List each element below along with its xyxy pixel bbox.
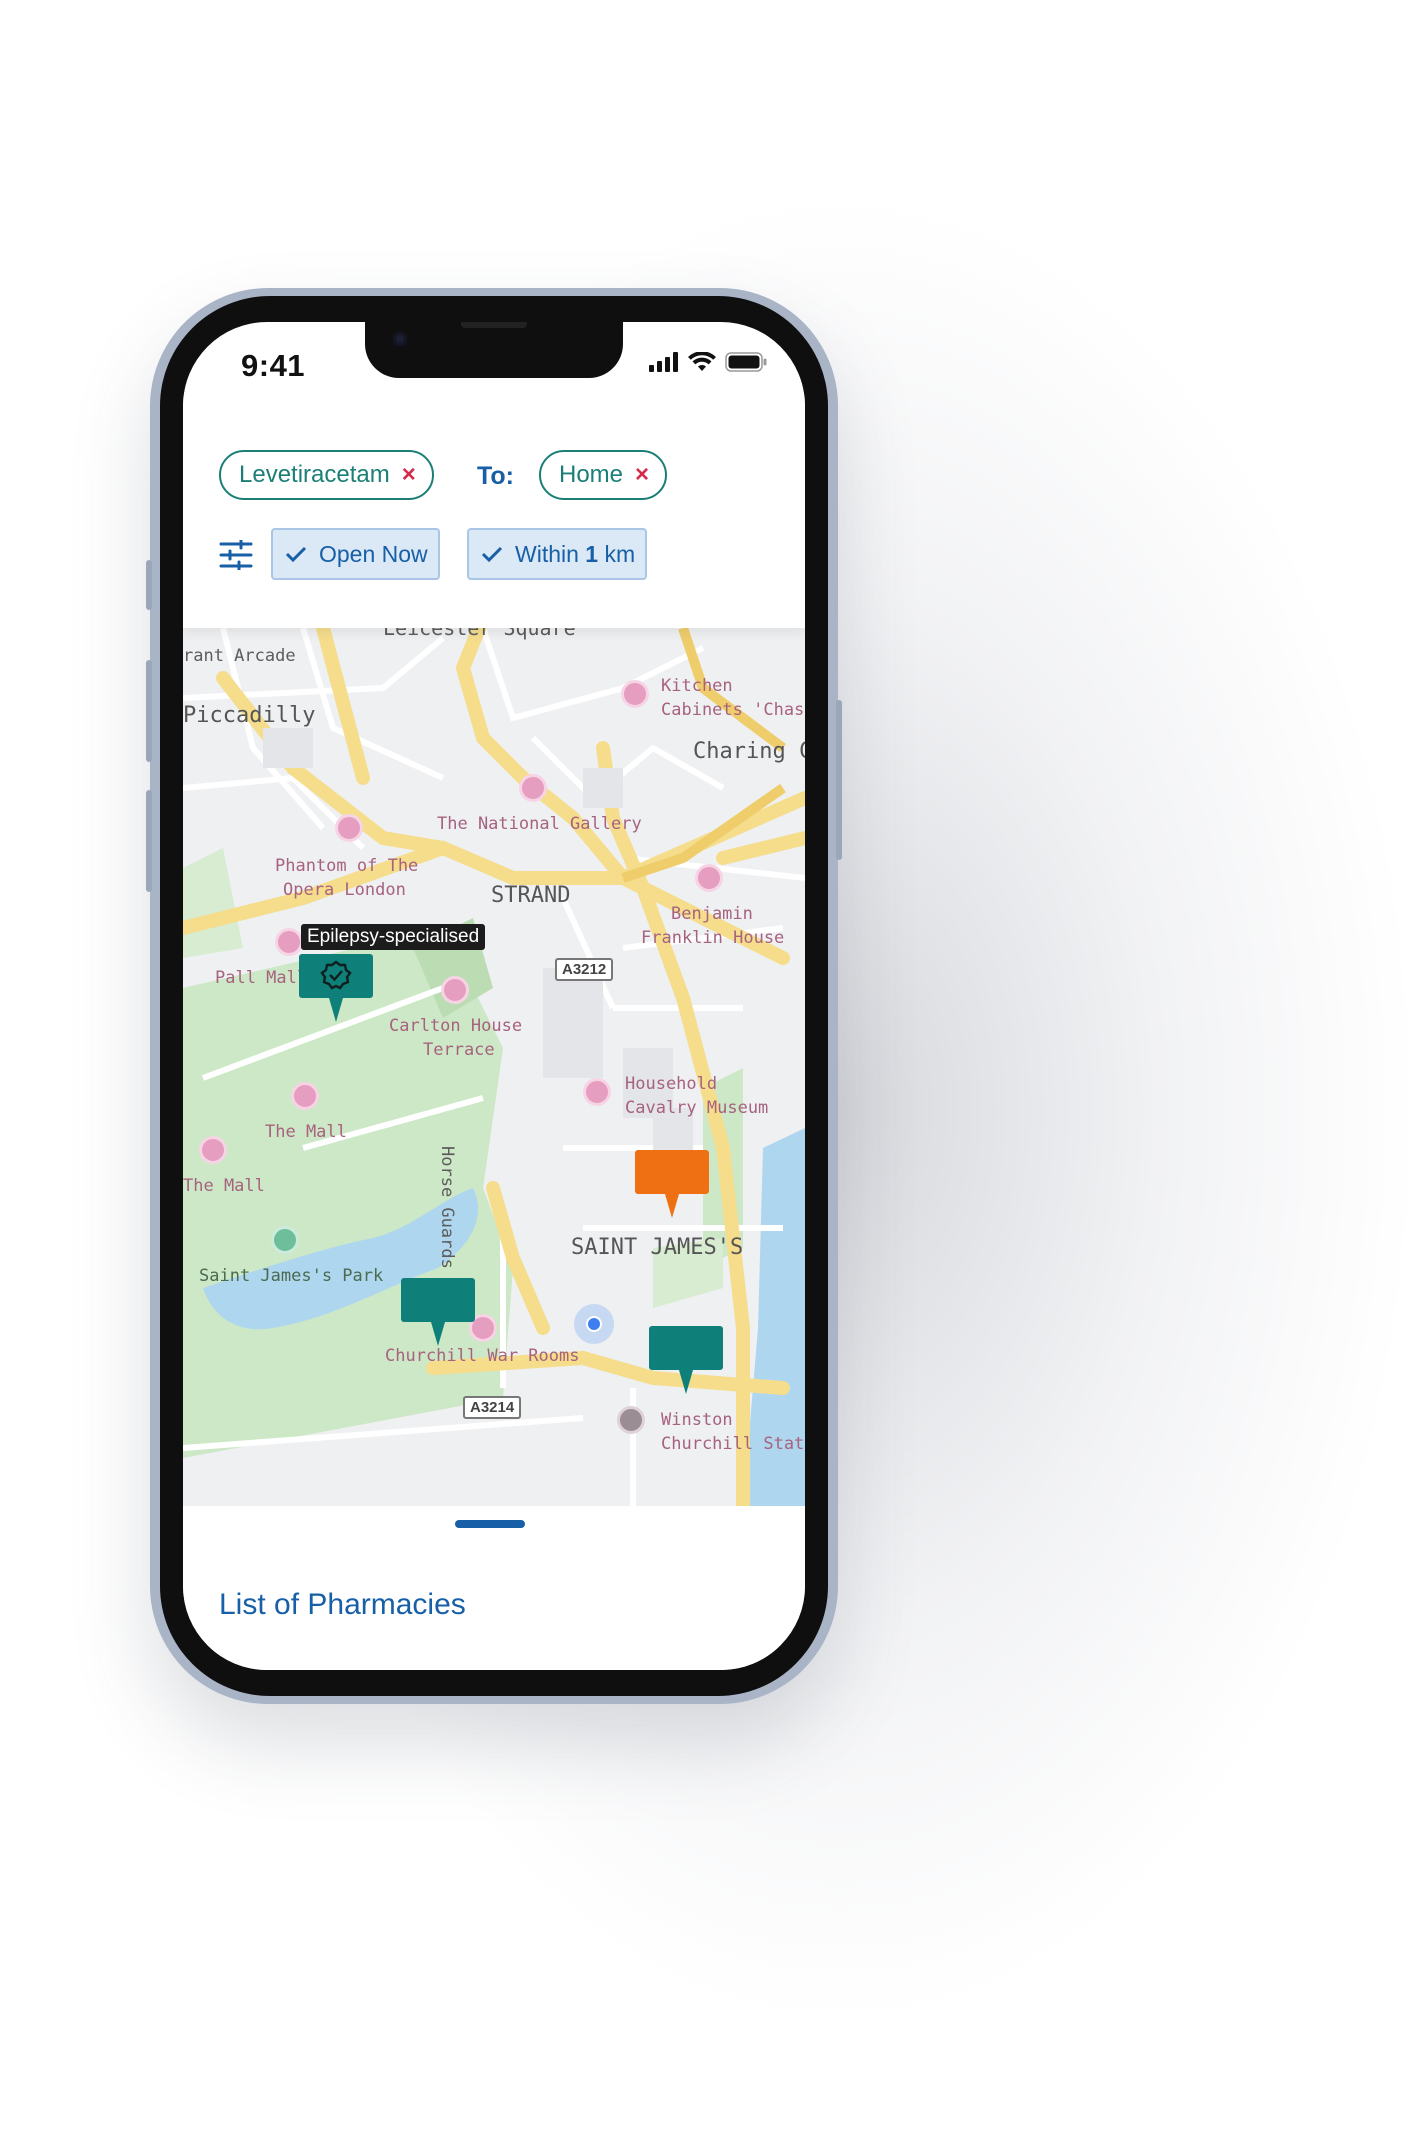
map-label-benjamin-2: Franklin House: [641, 928, 785, 948]
destination-chip-label: Home: [559, 461, 624, 488]
within-unit: km: [604, 540, 636, 567]
mute-switch: [146, 560, 152, 610]
current-location-icon: [574, 1304, 614, 1344]
sheet-drag-handle[interactable]: [455, 1520, 525, 1528]
check-icon: [481, 545, 503, 563]
status-time: 9:41: [241, 348, 306, 383]
pharmacy-marker-epilepsy[interactable]: [299, 954, 373, 998]
notch: [365, 322, 623, 378]
battery-icon: [725, 352, 767, 372]
verified-badge-icon: [320, 960, 352, 990]
power-button: [836, 700, 842, 860]
map-label-winston-1: Winston: [661, 1410, 733, 1430]
marker-pointer: [679, 1370, 693, 1394]
phone-screen: 9:41 Levetiracetam × To: Home × Open Now…: [183, 322, 805, 1670]
marker-pointer: [665, 1194, 679, 1218]
status-icons: [649, 352, 767, 372]
pharmacy-marker-selected[interactable]: [635, 1150, 709, 1194]
remove-destination-icon[interactable]: ×: [635, 461, 649, 489]
camera: [393, 332, 407, 346]
camera-poi-icon: [441, 976, 469, 1004]
pharmacy-marker[interactable]: [649, 1326, 723, 1370]
shop-poi-icon: [275, 928, 303, 956]
to-label: To:: [477, 462, 515, 490]
open-now-label: Open Now: [319, 540, 428, 567]
map-view[interactable]: Leicester Square rant Arcade Piccadilly …: [183, 628, 805, 1506]
theatre-poi-icon: [335, 814, 363, 842]
destination-chip[interactable]: Home ×: [539, 450, 668, 500]
map-label-benjamin-1: Benjamin: [671, 904, 753, 924]
map-label-leicester-square: Leicester Square: [383, 628, 576, 640]
road-sign-a3212: A3212: [555, 958, 614, 981]
map-label-st-james-park: Saint James's Park: [199, 1266, 384, 1286]
filter-sliders-icon[interactable]: [219, 540, 253, 570]
map-label-phantom-1: Phantom of The: [275, 856, 419, 876]
museum-poi-icon: [695, 864, 723, 892]
marker-pointer: [329, 998, 343, 1022]
wifi-icon: [688, 352, 716, 371]
volume-up-button: [146, 660, 152, 762]
map-label-saint-james: SAINT JAMES'S: [571, 1235, 744, 1260]
camera-poi-icon: [291, 1082, 319, 1110]
within-prefix: Within: [515, 540, 579, 567]
park-poi-icon: [271, 1226, 299, 1254]
map-label-carlton-1: Carlton House: [389, 1016, 523, 1036]
shop-poi-icon: [621, 680, 649, 708]
map-label-arcade: rant Arcade: [183, 646, 296, 666]
distance-filter[interactable]: Within 1 km: [467, 528, 648, 580]
map-label-household-2: Cavalry Museum: [625, 1098, 769, 1118]
map-label-national-gallery: The National Gallery: [437, 814, 642, 834]
map-label-strand: STRAND: [491, 883, 571, 908]
map-label-the-mall-2: The Mall: [183, 1176, 265, 1196]
pharmacy-marker[interactable]: [401, 1278, 475, 1322]
remove-medication-icon[interactable]: ×: [402, 461, 416, 489]
map-label-pall-mall: Pall Mall: [215, 968, 308, 988]
medication-chip[interactable]: Levetiracetam ×: [219, 450, 434, 500]
shop-poi-icon: [199, 1136, 227, 1164]
map-label-phantom-2: Opera London: [283, 880, 406, 900]
sheet-title: List of Pharmacies: [219, 1588, 466, 1621]
epilepsy-tooltip: Epilepsy-specialised: [301, 924, 486, 950]
within-value: 1: [585, 540, 599, 567]
medication-chip-label: Levetiracetam: [239, 461, 390, 488]
volume-down-button: [146, 790, 152, 892]
open-now-filter[interactable]: Open Now: [271, 528, 440, 580]
museum-poi-icon: [519, 774, 547, 802]
map-label-piccadilly: Piccadilly: [183, 703, 316, 728]
museum-poi-icon: [583, 1078, 611, 1106]
marker-pointer: [431, 1322, 445, 1346]
check-icon: [285, 545, 307, 563]
map-label-kitchen-1: Kitchen: [661, 676, 733, 696]
map-label-charing: Charing Cr: [693, 739, 805, 764]
search-header: Levetiracetam × To: Home × Open Now With…: [183, 392, 805, 628]
map-label-winston-2: Churchill Statu: [661, 1434, 805, 1454]
map-label-kitchen-2: Cabinets 'Chas': [661, 700, 805, 720]
statue-poi-icon: [617, 1406, 645, 1434]
map-label-the-mall-1: The Mall: [265, 1122, 347, 1142]
road-sign-a3214: A3214: [463, 1396, 522, 1419]
signal-icon: [649, 352, 678, 372]
map-label-churchill-war: Churchill War Rooms: [385, 1346, 580, 1366]
pharmacy-list-sheet[interactable]: List of Pharmacies: [183, 1506, 805, 1670]
map-label-carlton-2: Terrace: [423, 1040, 495, 1060]
map-label-household-1: Household: [625, 1074, 718, 1094]
